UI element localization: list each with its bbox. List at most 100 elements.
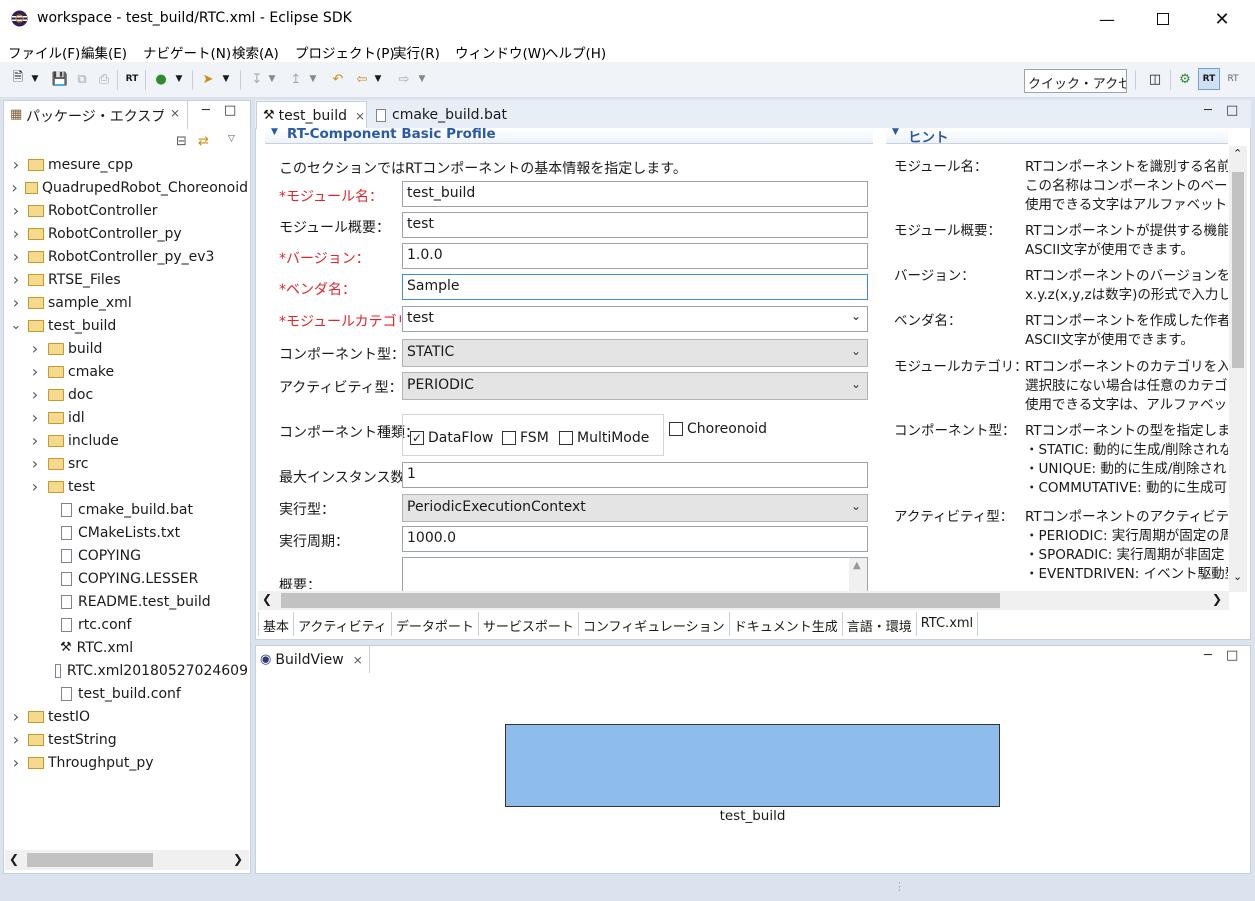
- tree-item[interactable]: RTC.xml20180527024609: [10, 659, 248, 682]
- link-with-editor-icon[interactable]: ⇄: [198, 134, 209, 149]
- chevron-right-icon[interactable]: ›: [29, 477, 41, 496]
- save-all-icon[interactable]: ⧉: [73, 70, 91, 88]
- component-type-select[interactable]: STATIC ⌄: [402, 339, 868, 367]
- hint-section-header[interactable]: ▼ ヒント: [886, 127, 1228, 146]
- tab-cmake-build-bat[interactable]: cmake_build.bat: [370, 101, 510, 129]
- java-perspective-icon[interactable]: ⚙: [1176, 70, 1194, 88]
- collapse-all-icon[interactable]: ⊟: [176, 134, 187, 149]
- explorer-hscrollbar[interactable]: ❮ ❯: [5, 850, 249, 870]
- next-annotation-icon[interactable]: ↧: [248, 70, 266, 88]
- view-menu-icon[interactable]: ▽: [228, 134, 235, 144]
- version-input[interactable]: 1.0.0: [402, 243, 868, 269]
- chevron-down-icon[interactable]: ⌄: [10, 318, 22, 333]
- minimize-view-icon[interactable]: ─: [1204, 103, 1212, 118]
- tree-item[interactable]: › QuadrupedRobot_Choreonoid: [10, 176, 248, 199]
- page-tab[interactable]: 言語・環境: [843, 612, 917, 636]
- vendor-input[interactable]: Sample: [402, 274, 868, 300]
- menu-navigate[interactable]: ナビゲート(N): [143, 42, 231, 62]
- page-tab[interactable]: データポート: [392, 612, 479, 636]
- tree-item[interactable]: ⚒ RTC.xml: [10, 636, 248, 659]
- activity-type-select[interactable]: PERIODIC ⌄: [402, 372, 868, 400]
- dropdown-arrow-icon[interactable]: ▼: [220, 70, 232, 88]
- build-view-tab[interactable]: ◉ BuildView ⨯: [256, 646, 370, 673]
- quick-access-input[interactable]: クイック・アクセス: [1024, 69, 1127, 93]
- tree-item[interactable]: › cmake: [10, 360, 248, 383]
- open-perspective-icon[interactable]: ◫: [1146, 70, 1164, 88]
- rtc-builder-perspective-icon[interactable]: RT: [1198, 68, 1220, 90]
- tree-item[interactable]: › idl: [10, 406, 248, 429]
- maximize-button[interactable]: [1140, 0, 1186, 38]
- tree-item[interactable]: › testIO: [10, 705, 248, 728]
- tree-item[interactable]: test_build.conf: [10, 682, 248, 705]
- chevron-right-icon[interactable]: ›: [29, 339, 41, 358]
- menu-run[interactable]: 実行(R): [393, 42, 440, 62]
- fsm-checkbox[interactable]: FSM: [502, 430, 549, 446]
- chevron-right-icon[interactable]: ›: [29, 431, 41, 450]
- editor-hscrollbar[interactable]: ❮ ❯: [258, 591, 1229, 610]
- module-name-input[interactable]: test_build: [402, 181, 868, 207]
- forward-icon[interactable]: ⇨: [395, 70, 413, 88]
- maximize-view-icon[interactable]: □: [1226, 103, 1238, 118]
- menu-help[interactable]: ヘルプ(H): [545, 42, 606, 62]
- close-tab-icon[interactable]: ⨯: [170, 106, 180, 120]
- tree-item[interactable]: › Throughput_py: [10, 751, 248, 774]
- overview-textarea[interactable]: ▲: [402, 557, 868, 591]
- page-tab[interactable]: 基本: [258, 612, 295, 636]
- external-tools-icon[interactable]: ➤: [199, 70, 217, 88]
- hint-vscrollbar[interactable]: ⌃ ⌄: [1229, 146, 1247, 592]
- category-combo[interactable]: test ⌄: [402, 306, 868, 332]
- rt-system-icon[interactable]: RT: [123, 70, 141, 88]
- chevron-right-icon[interactable]: ›: [10, 224, 22, 243]
- minimize-view-icon[interactable]: ─: [202, 103, 210, 118]
- scrollbar-thumb[interactable]: [1232, 172, 1244, 368]
- scrollbar-thumb[interactable]: [27, 853, 153, 867]
- tab-test-build[interactable]: ⚒ test_build ⨯: [256, 101, 367, 129]
- max-instances-input[interactable]: 1: [402, 462, 868, 488]
- chevron-right-icon[interactable]: ›: [10, 247, 22, 266]
- chevron-right-icon[interactable]: ›: [10, 753, 22, 772]
- chevron-right-icon[interactable]: ›: [10, 201, 22, 220]
- dropdown-arrow-icon[interactable]: ▼: [416, 70, 428, 88]
- tree-item[interactable]: ⌄ test_build: [10, 314, 248, 337]
- back-icon[interactable]: ⇦: [353, 70, 371, 88]
- close-tab-icon[interactable]: ⨯: [355, 109, 365, 123]
- page-tab[interactable]: ドキュメント生成: [730, 612, 843, 636]
- tree-item[interactable]: COPYING: [10, 544, 248, 567]
- dataflow-checkbox[interactable]: ✓ DataFlow: [410, 430, 493, 446]
- last-edit-icon[interactable]: ↶: [329, 70, 347, 88]
- scrollbar-thumb[interactable]: [281, 593, 1000, 608]
- basic-profile-section-header[interactable]: ▼ RT-Component Basic Profile: [265, 126, 873, 144]
- scroll-left-icon[interactable]: ❮: [9, 852, 19, 866]
- prev-annotation-icon[interactable]: ↥: [287, 70, 305, 88]
- dropdown-arrow-icon[interactable]: ▼: [372, 70, 384, 88]
- module-desc-input[interactable]: test: [402, 212, 868, 238]
- tree-item[interactable]: › RobotController_py_ev3: [10, 245, 248, 268]
- rt-system-editor-perspective-icon[interactable]: RT: [1224, 70, 1242, 88]
- maximize-view-icon[interactable]: □: [224, 103, 236, 118]
- menu-edit[interactable]: 編集(E): [81, 42, 127, 62]
- tree-item[interactable]: › mesure_cpp: [10, 153, 248, 176]
- page-tab[interactable]: RTC.xml: [917, 612, 979, 636]
- chevron-right-icon[interactable]: ›: [10, 707, 22, 726]
- close-button[interactable]: ✕: [1199, 0, 1245, 38]
- minimize-button[interactable]: —: [1084, 0, 1130, 38]
- page-tab[interactable]: サービスポート: [479, 612, 579, 636]
- exec-type-select[interactable]: PeriodicExecutionContext ⌄: [402, 494, 868, 522]
- choreonoid-checkbox[interactable]: Choreonoid: [669, 421, 767, 437]
- print-icon[interactable]: ⎙: [95, 70, 113, 88]
- tree-item[interactable]: › include: [10, 429, 248, 452]
- chevron-right-icon[interactable]: ›: [29, 385, 41, 404]
- chevron-right-icon[interactable]: ›: [10, 730, 22, 749]
- close-tab-icon[interactable]: ⨯: [353, 653, 363, 667]
- tree-item[interactable]: › testString: [10, 728, 248, 751]
- menu-project[interactable]: プロジェクト(P): [295, 42, 395, 62]
- menu-search[interactable]: 検索(A): [232, 42, 279, 62]
- page-tab[interactable]: アクティビティ: [294, 612, 392, 636]
- maximize-view-icon[interactable]: □: [1226, 648, 1238, 663]
- scroll-down-icon[interactable]: ⌄: [1233, 570, 1242, 583]
- tree-item[interactable]: › RobotController_py: [10, 222, 248, 245]
- tree-item[interactable]: › src: [10, 452, 248, 475]
- dropdown-arrow-icon[interactable]: ▼: [307, 70, 319, 88]
- menu-file[interactable]: ファイル(F): [8, 42, 80, 62]
- menu-window[interactable]: ウィンドウ(W): [455, 42, 546, 62]
